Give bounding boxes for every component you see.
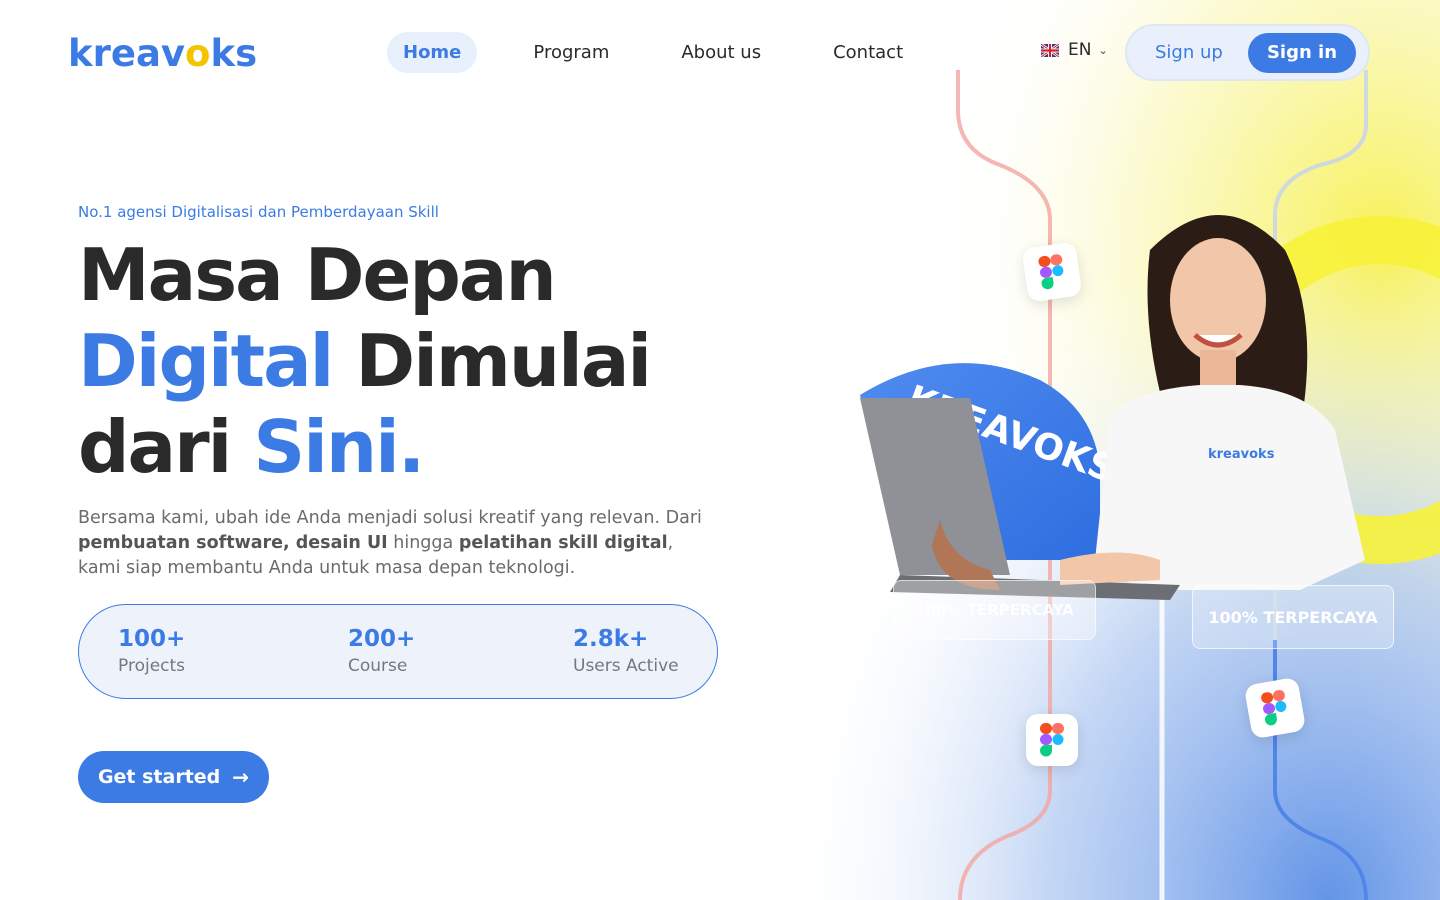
shirt-logo: kreavoks	[1208, 447, 1275, 462]
hero-description: Bersama kami, ubah ide Anda menjadi solu…	[78, 506, 718, 581]
headline-line: Masa Depan	[78, 233, 557, 317]
stat-value: 200+	[348, 626, 416, 652]
logo[interactable]: kreavoks	[68, 32, 257, 75]
uk-flag-icon	[1041, 43, 1059, 57]
language-code: EN	[1068, 40, 1092, 60]
logo-o: o	[185, 32, 211, 75]
nav-item-program[interactable]: Program	[517, 32, 625, 73]
headline-line: dari	[78, 405, 254, 489]
figma-icon	[1021, 241, 1083, 303]
headline-highlight: Sini.	[253, 405, 425, 489]
main-nav: Home Program About us Contact	[387, 32, 919, 73]
nav-item-contact[interactable]: Contact	[817, 32, 919, 73]
stats-panel: 100+ Projects 200+ Course 2.8k+ Users Ac…	[78, 604, 718, 699]
trust-badge-label: 100% TERPERCAYA	[1208, 607, 1378, 627]
eyebrow-text: No.1 agensi Digitalisasi dan Pemberdayaa…	[78, 203, 439, 221]
logo-text: ks	[210, 32, 258, 75]
trust-badge-right: 100% TERPERCAYA	[1192, 585, 1394, 649]
figma-icon	[1026, 714, 1078, 766]
stat-projects: 100+ Projects	[118, 625, 185, 679]
stat-users: 2.8k+ Users Active	[573, 625, 679, 679]
chevron-down-icon: ⌄	[1098, 43, 1108, 57]
get-started-button[interactable]: Get started →	[78, 751, 269, 803]
stat-label: Projects	[118, 656, 186, 676]
sign-up-button[interactable]: Sign up	[1155, 42, 1223, 63]
stat-value: 100+	[118, 626, 186, 652]
arrow-right-icon: →	[232, 765, 250, 789]
desc-text: hingga	[387, 533, 459, 553]
logo-text: kreav	[68, 32, 186, 75]
get-started-label: Get started	[97, 766, 221, 788]
sign-in-button[interactable]: Sign in	[1248, 32, 1356, 73]
nav-item-about[interactable]: About us	[665, 32, 777, 73]
trust-badge-left: 100% TERPERCAYA	[893, 580, 1096, 640]
stat-value: 2.8k+	[573, 626, 649, 652]
hero-illustration: KREAVOKS kreavoks 100% TERPERCAYA 100% T…	[700, 0, 1440, 900]
language-selector[interactable]: EN ⌄	[1041, 40, 1108, 60]
nav-item-home[interactable]: Home	[387, 32, 478, 73]
desc-bold: pelatihan skill digital	[458, 533, 668, 553]
stat-course: 200+ Course	[348, 625, 415, 679]
auth-group: Sign up Sign in	[1125, 24, 1370, 81]
trust-badge-label: 100% TERPERCAYA	[915, 601, 1074, 619]
page-title: Masa Depan Digital Dimulai dari Sini.	[78, 232, 652, 490]
figma-icon	[1243, 676, 1307, 740]
headline-line: Dimulai	[332, 319, 652, 403]
headline-highlight: Digital	[78, 319, 334, 403]
stat-label: Course	[348, 656, 408, 676]
desc-text: Bersama kami, ubah ide Anda menjadi solu…	[78, 508, 702, 528]
stat-label: Users Active	[573, 656, 679, 676]
desc-bold: pembuatan software, desain UI	[78, 533, 388, 553]
